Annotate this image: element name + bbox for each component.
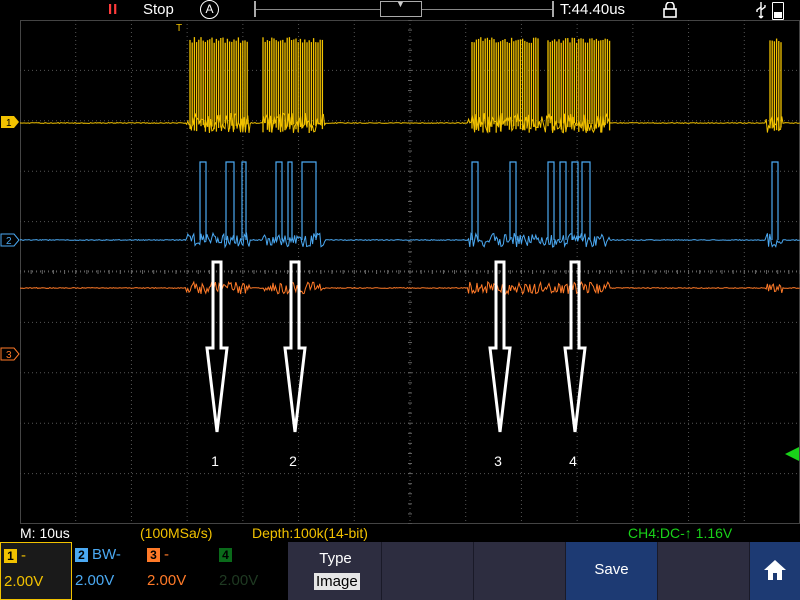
- waveform-traces: [20, 37, 800, 294]
- channel-1-coupling: -: [21, 547, 26, 564]
- annotation-label: 3: [494, 453, 502, 469]
- trigger-info-readout: CH4:DC-↑ 1.16V: [628, 524, 732, 542]
- scope-display[interactable]: 1 2 3 4 T: [20, 20, 800, 524]
- sample-rate-readout: (100MSa/s): [140, 524, 212, 542]
- channel-2-number: 2: [75, 548, 88, 562]
- annotation-arrows: 1 2 3 4: [207, 262, 585, 469]
- memory-depth-readout: Depth:100k(14-bit): [252, 524, 368, 542]
- ch3-marker-label: 3: [6, 350, 12, 361]
- timebase-position-bar[interactable]: ▼: [254, 1, 554, 17]
- channel-3-coupling: -: [164, 546, 169, 563]
- channel-3-button[interactable]: 3 - 2.00V: [144, 542, 216, 600]
- home-icon: [763, 559, 787, 581]
- channel-1-number: 1: [4, 549, 17, 563]
- annotation-label: 1: [211, 453, 219, 469]
- channel-4-button[interactable]: 4 2.00V: [216, 542, 288, 600]
- channel-4-volts: 2.00V: [219, 572, 258, 589]
- run-stop-indicator[interactable]: II: [108, 1, 118, 19]
- save-label: Save: [566, 561, 657, 578]
- channel-4-number: 4: [219, 548, 232, 562]
- save-type-button[interactable]: Type Image: [290, 542, 382, 600]
- menu-slot-empty[interactable]: [474, 542, 566, 600]
- down-arrow-icon: [285, 262, 305, 432]
- type-label: Type: [290, 550, 381, 567]
- auto-trigger-icon: A: [200, 0, 219, 19]
- channel-1-volts: 2.00V: [4, 573, 43, 590]
- ch1-marker-label: 1: [6, 118, 12, 129]
- channel-2-volts: 2.00V: [75, 572, 114, 589]
- ch1-offset-marker[interactable]: 1: [0, 115, 20, 129]
- ch2-offset-marker[interactable]: 2: [0, 233, 20, 247]
- waveform-area: 1 2 3 4 T: [20, 20, 800, 524]
- timebase-marker: ▼: [396, 0, 405, 9]
- usb-icon: [755, 1, 767, 19]
- channel-3-volts: 2.00V: [147, 572, 186, 589]
- trigger-time-offset: T:44.40us: [560, 1, 625, 19]
- timebase-readout: M: 10us: [20, 524, 70, 542]
- trigger-position-marker: T: [176, 23, 182, 34]
- timebase-window: ▼: [380, 1, 422, 17]
- save-button[interactable]: Save: [566, 542, 658, 600]
- battery-icon: [772, 2, 784, 20]
- home-button[interactable]: [750, 542, 800, 600]
- menu-slot-empty[interactable]: [382, 542, 474, 600]
- lock-icon: [663, 2, 677, 18]
- channel-1-button[interactable]: 1 - 2.00V: [0, 542, 72, 600]
- run-state-label: Stop: [143, 1, 174, 19]
- type-value: Image: [314, 573, 360, 590]
- channel-3-number: 3: [147, 548, 160, 562]
- bottom-menu: 1 - 2.00V 2 BW- 2.00V 3 - 2.00V 4 2.00V …: [0, 542, 800, 600]
- graticule: [20, 20, 800, 524]
- annotation-label: 2: [289, 453, 297, 469]
- down-arrow-icon: [207, 262, 227, 432]
- ch2-marker-label: 2: [6, 236, 12, 247]
- ch3-offset-marker[interactable]: 3: [0, 347, 20, 361]
- top-status-bar: II Stop A ▼ T:44.40us: [0, 0, 800, 20]
- menu-slot-empty[interactable]: [658, 542, 750, 600]
- down-arrow-icon: [565, 262, 585, 432]
- annotation-label: 4: [569, 453, 577, 469]
- info-row: M: 10us (100MSa/s) Depth:100k(14-bit) CH…: [0, 524, 800, 542]
- channel-2-button[interactable]: 2 BW- 2.00V: [72, 542, 144, 600]
- trigger-level-marker[interactable]: [784, 446, 800, 462]
- channel-2-coupling: BW-: [92, 546, 121, 563]
